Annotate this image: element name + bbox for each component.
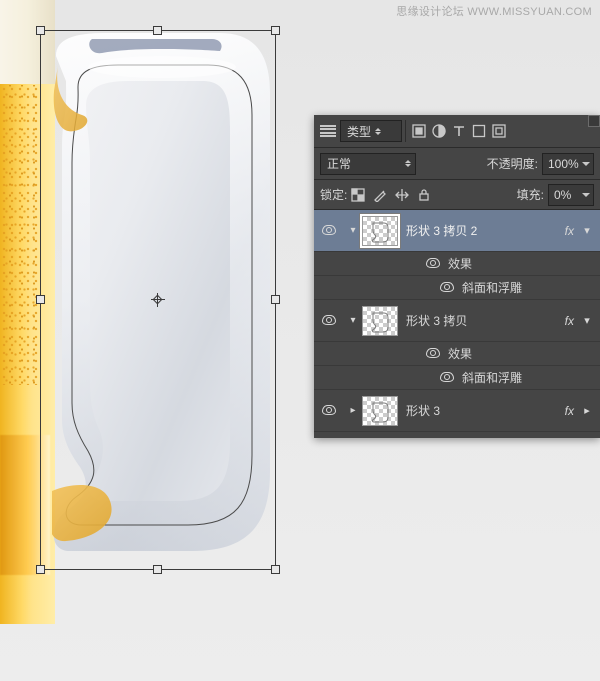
filter-adjustment-icon[interactable] [429,121,449,141]
layer-expand-toggle[interactable]: ▸ [344,405,362,416]
transform-center-point[interactable] [151,293,165,307]
lock-label: 锁定: [320,186,347,203]
lock-all-icon[interactable] [416,185,432,205]
layer-effects-header[interactable]: 效果 [314,252,600,276]
beer-bubbles [0,85,40,385]
visibility-eye-icon[interactable] [322,315,336,325]
panel-resize-handle[interactable] [588,115,600,127]
lock-transparency-icon[interactable] [350,185,366,205]
layer-name[interactable]: 形状 3 [406,402,440,419]
layer-expand-toggle[interactable]: ▾ [344,315,362,326]
panel-menu-icon[interactable] [320,124,336,138]
fx-expand-toggle[interactable]: ▾ [580,314,594,327]
transform-handle-top-center[interactable] [153,26,162,35]
fx-badge[interactable]: fx [565,224,574,238]
effects-label: 效果 [448,345,472,362]
visibility-eye-icon[interactable] [426,258,440,268]
fill-label: 填充: [517,186,544,203]
layer-thumbnail[interactable] [362,396,398,426]
layers-filter-row: 类型 [314,115,600,148]
visibility-eye-icon[interactable] [440,282,454,292]
layer-effect-item[interactable]: 斜面和浮雕 [314,276,600,300]
opacity-value: 100% [548,157,579,171]
blend-mode-value: 正常 [327,155,351,172]
layer-thumbnail[interactable] [362,216,398,246]
filter-type-label: 类型 [347,123,371,140]
layer-list: ▾ 形状 3 拷贝 2 fx ▾ 效果 斜面和浮雕 ▾ 形状 3 [314,210,600,432]
effect-bevel-label: 斜面和浮雕 [462,369,522,386]
visibility-eye-icon[interactable] [322,405,336,415]
blend-mode-dropdown[interactable]: 正常 [320,153,416,175]
layer-row[interactable]: ▾ 形状 3 拷贝 fx ▾ [314,300,600,342]
lock-pixels-icon[interactable] [372,185,388,205]
transform-handle-top-left[interactable] [36,26,45,35]
transform-handle-top-right[interactable] [271,26,280,35]
layers-panel: 类型 正常 不透明度: 100% 锁定: 填充: 0% [314,115,600,438]
filter-shape-icon[interactable] [469,121,489,141]
layer-expand-toggle[interactable]: ▾ [344,225,362,236]
layer-effects-header[interactable]: 效果 [314,342,600,366]
filter-pixel-icon[interactable] [409,121,429,141]
opacity-input[interactable]: 100% [542,153,594,175]
opacity-label: 不透明度: [487,155,538,172]
fx-expand-toggle[interactable]: ▸ [580,404,594,417]
filter-type-dropdown[interactable]: 类型 [340,120,402,142]
transform-handle-bottom-right[interactable] [271,565,280,574]
layer-name[interactable]: 形状 3 拷贝 2 [406,222,477,239]
layers-lock-row: 锁定: 填充: 0% [314,180,600,210]
layer-row[interactable]: ▾ 形状 3 拷贝 2 fx ▾ [314,210,600,252]
visibility-eye-icon[interactable] [322,225,336,235]
fx-expand-toggle[interactable]: ▾ [580,224,594,237]
fx-badge[interactable]: fx [565,404,574,418]
transform-handle-middle-left[interactable] [36,295,45,304]
visibility-eye-icon[interactable] [440,372,454,382]
transform-handle-bottom-center[interactable] [153,565,162,574]
layers-blend-row: 正常 不透明度: 100% [314,148,600,180]
layer-name[interactable]: 形状 3 拷贝 [406,312,467,329]
fx-badge[interactable]: fx [565,314,574,328]
layer-effect-item[interactable]: 斜面和浮雕 [314,366,600,390]
layer-thumbnail[interactable] [362,306,398,336]
transform-bounding-box[interactable] [40,30,276,570]
transform-handle-bottom-left[interactable] [36,565,45,574]
effects-label: 效果 [448,255,472,272]
fill-input[interactable]: 0% [548,184,594,206]
filter-smartobject-icon[interactable] [489,121,509,141]
layer-row[interactable]: ▸ 形状 3 fx ▸ [314,390,600,432]
watermark-text: 思缘设计论坛 WWW.MISSYUAN.COM [396,3,592,19]
filter-type-icon[interactable] [449,121,469,141]
effect-bevel-label: 斜面和浮雕 [462,279,522,296]
lock-position-icon[interactable] [394,185,410,205]
visibility-eye-icon[interactable] [426,348,440,358]
transform-handle-middle-right[interactable] [271,295,280,304]
fill-value: 0% [554,188,571,202]
